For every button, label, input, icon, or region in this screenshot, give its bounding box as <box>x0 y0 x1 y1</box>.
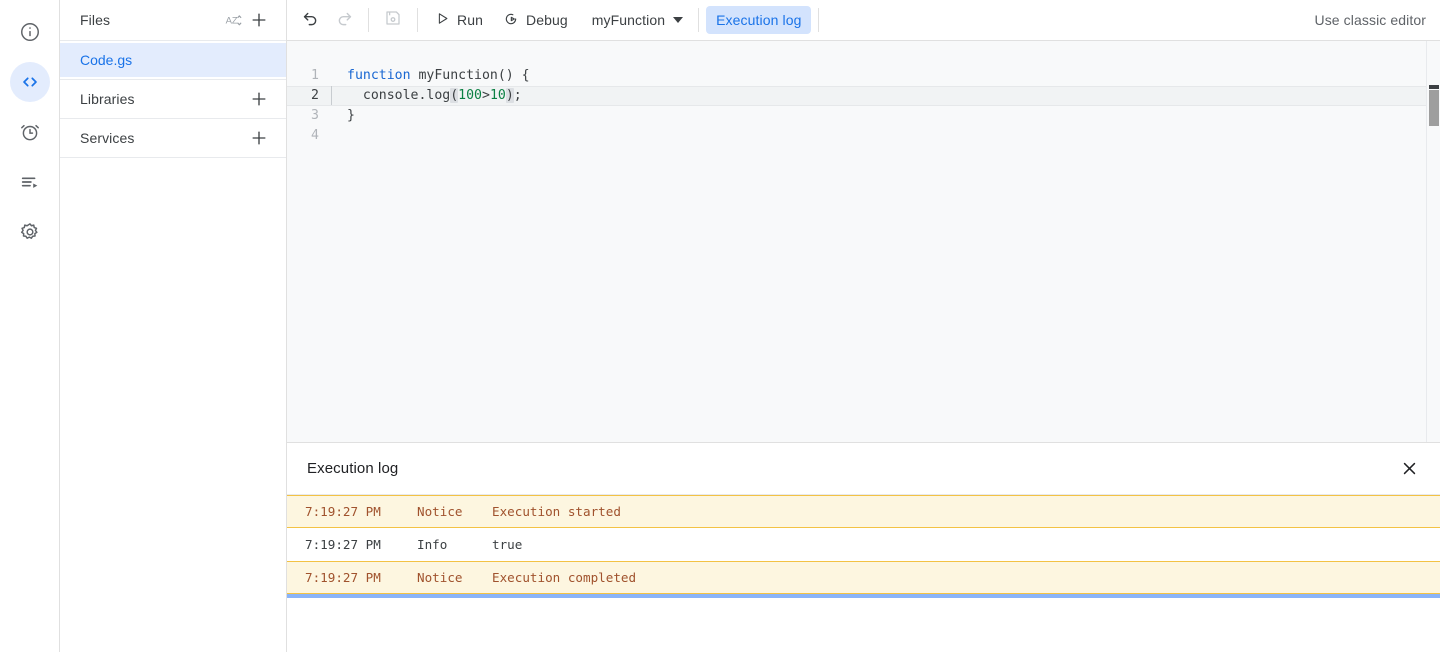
line-number: 2 <box>311 88 319 103</box>
toolbar-divider-2 <box>417 8 418 32</box>
save-button[interactable] <box>376 3 410 37</box>
tab-execution-log-label: Execution log <box>716 12 802 28</box>
code-line[interactable]: 2 console.log(100>10); <box>287 86 1440 106</box>
code-token: console.log <box>347 88 451 103</box>
file-list: Code.gs <box>60 41 286 80</box>
line-number: 1 <box>311 68 319 83</box>
left-nav-rail <box>0 0 60 652</box>
file-item-code-gs[interactable]: Code.gs <box>60 43 286 77</box>
files-header: Files AZ <box>60 0 286 41</box>
execution-log-row: 7:19:27 PM Info true <box>287 528 1440 561</box>
code-brackets-icon <box>19 71 41 93</box>
undo-icon <box>301 8 320 32</box>
log-row-level: Notice <box>417 570 463 585</box>
code-token: > <box>482 88 490 103</box>
debug-bug-icon <box>503 11 519 30</box>
debug-button[interactable]: Debug <box>493 4 578 36</box>
editor-scrollbar-thumb[interactable] <box>1429 85 1439 126</box>
execution-log-title: Execution log <box>307 460 399 477</box>
log-row-time: 7:19:27 PM <box>305 570 381 585</box>
rail-item-overview[interactable] <box>10 12 50 52</box>
log-row-message: Execution completed <box>492 570 637 585</box>
add-library-button[interactable] <box>246 86 272 112</box>
redo-icon <box>335 8 354 32</box>
editor-toolbar: Run Debug myFunction Execution log Use c… <box>287 0 1440 41</box>
toolbar-divider-4 <box>818 8 820 32</box>
code-token: 100 <box>458 88 482 103</box>
main-area: Run Debug myFunction Execution log Use c… <box>287 0 1440 652</box>
code-line-text[interactable] <box>331 126 347 146</box>
caret-down-icon <box>673 17 684 23</box>
code-token: function <box>347 68 411 83</box>
log-row-time: 7:19:27 PM <box>305 537 381 552</box>
line-number: 3 <box>311 108 319 123</box>
files-sidebar: Files AZ Code.gs Libraries Services <box>60 0 287 652</box>
toolbar-divider-3 <box>698 8 700 32</box>
execution-log-row: 7:19:27 PM Notice Execution started <box>287 495 1440 528</box>
log-row-time: 7:19:27 PM <box>305 504 381 519</box>
code-line[interactable]: 1 function myFunction() { <box>287 66 1440 86</box>
code-line-text[interactable]: } <box>331 106 355 126</box>
save-icon <box>384 9 402 32</box>
undo-button[interactable] <box>293 3 327 37</box>
rail-item-triggers[interactable] <box>10 112 50 152</box>
tab-execution-log[interactable]: Execution log <box>706 6 812 34</box>
run-button[interactable]: Run <box>425 4 493 36</box>
info-circle-icon <box>19 21 41 43</box>
play-triangle-icon <box>435 11 450 29</box>
use-classic-editor-link[interactable]: Use classic editor <box>1314 12 1426 28</box>
code-token: ( <box>450 88 459 103</box>
sidebar-section-libraries[interactable]: Libraries <box>60 80 286 119</box>
rail-item-settings[interactable] <box>10 212 50 252</box>
execution-log-rows: 7:19:27 PM Notice Execution started 7:19:27… <box>287 495 1440 652</box>
execution-progress-bar <box>287 594 1440 598</box>
line-number: 4 <box>311 128 319 143</box>
code-line-text[interactable]: console.log(100>10); <box>331 86 522 106</box>
log-row-message: Execution started <box>492 504 621 519</box>
alarm-clock-icon <box>19 121 41 143</box>
sort-az-icon[interactable]: AZ <box>220 7 246 33</box>
rail-item-executions[interactable] <box>10 162 50 202</box>
code-line[interactable]: 4 <box>287 126 1440 146</box>
services-label: Services <box>80 130 135 146</box>
execution-log-header: Execution log <box>287 443 1440 495</box>
rail-item-editor[interactable] <box>9 62 50 102</box>
toolbar-divider-1 <box>368 8 369 32</box>
files-header-label: Files <box>80 12 111 28</box>
file-item-label: Code.gs <box>80 52 133 68</box>
apps-script-editor: Files AZ Code.gs Libraries Services Run … <box>0 0 1440 652</box>
code-line-text[interactable]: function myFunction() { <box>331 66 530 86</box>
code-token: ; <box>513 88 522 103</box>
executions-list-icon <box>19 171 41 193</box>
run-button-label: Run <box>457 12 483 28</box>
svg-text:AZ: AZ <box>225 15 237 26</box>
gear-icon <box>19 221 41 243</box>
function-selector-label: myFunction <box>591 12 666 28</box>
code-line[interactable]: 3} <box>287 106 1440 126</box>
close-icon[interactable] <box>1396 456 1422 482</box>
code-token: 10 <box>489 88 506 103</box>
log-row-level: Info <box>417 537 448 552</box>
add-service-button[interactable] <box>246 125 272 151</box>
libraries-label: Libraries <box>80 91 135 107</box>
log-row-level: Notice <box>417 504 463 519</box>
code-token: } <box>347 108 355 123</box>
redo-button[interactable] <box>327 3 361 37</box>
add-file-button[interactable] <box>246 7 272 33</box>
log-row-message: true <box>492 537 523 552</box>
sidebar-section-services[interactable]: Services <box>60 119 286 158</box>
execution-log-panel: Execution log 7:19:27 PM Notice Execution … <box>287 442 1440 652</box>
code-token: ) <box>505 88 514 103</box>
function-selector[interactable]: myFunction <box>582 4 691 36</box>
debug-button-label: Debug <box>525 12 568 28</box>
code-token: myFunction() { <box>410 68 530 83</box>
execution-log-row: 7:19:27 PM Notice Execution completed <box>287 561 1440 594</box>
